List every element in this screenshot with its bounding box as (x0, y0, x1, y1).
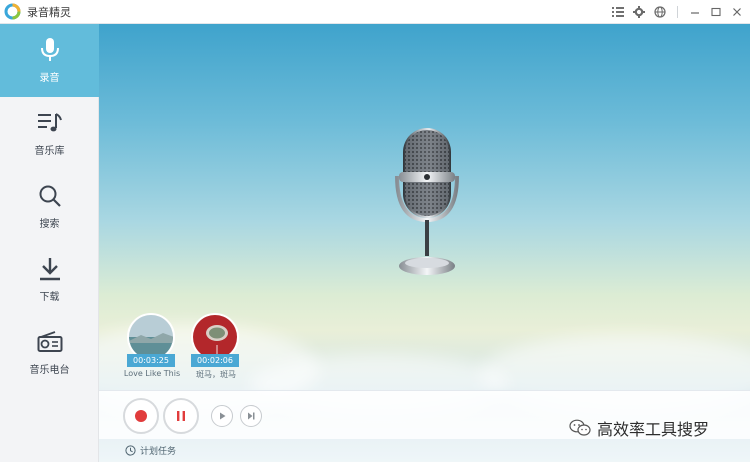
wechat-icon (569, 419, 591, 436)
sidebar-item-music-library[interactable]: 音乐库 (0, 97, 99, 170)
close-icon[interactable] (730, 5, 744, 19)
watermark: 高效率工具搜罗 (569, 416, 709, 440)
play-icon (220, 412, 226, 420)
titlebar-divider (677, 6, 678, 18)
footer: 计划任务 (99, 439, 750, 462)
download-icon (37, 256, 63, 282)
sidebar-item-label: 搜索 (39, 219, 60, 230)
scheduled-task-link[interactable]: 计划任务 (125, 444, 176, 457)
main-panel: 00:03:25 Love Like This 00:02:06 斑马，斑马 计… (99, 24, 750, 462)
recording-duration: 00:03:25 (127, 354, 175, 367)
list-icon[interactable] (611, 5, 625, 19)
gear-icon[interactable] (632, 5, 646, 19)
music-library-icon (37, 110, 63, 136)
sidebar-item-label: 音乐库 (34, 146, 65, 157)
app-logo-icon (4, 3, 21, 20)
maximize-icon[interactable] (709, 5, 723, 19)
next-track-icon (248, 412, 255, 420)
globe-icon[interactable] (653, 5, 667, 19)
sidebar-item-download[interactable]: 下载 (0, 243, 99, 316)
search-icon (37, 183, 63, 209)
recording-duration: 00:02:06 (191, 354, 239, 367)
clock-icon (125, 445, 136, 456)
record-icon (135, 410, 147, 422)
pause-button[interactable] (163, 398, 199, 434)
sidebar: 录音 音乐库 搜索 下载 音乐电台 (0, 24, 99, 462)
title-bar: 录音精灵 (0, 0, 750, 24)
sidebar-item-label: 下载 (39, 292, 60, 303)
radio-icon (37, 329, 63, 355)
sidebar-item-label: 录音 (39, 73, 60, 84)
watermark-text: 高效率工具搜罗 (597, 420, 710, 439)
record-button[interactable] (123, 398, 159, 434)
sidebar-item-label: 音乐电台 (29, 365, 70, 376)
sidebar-item-radio[interactable]: 音乐电台 (0, 316, 99, 389)
sidebar-item-record[interactable]: 录音 (0, 24, 99, 97)
microphone-icon (37, 37, 63, 63)
recording-name: 斑马，斑马 (196, 370, 236, 379)
recording-name: Love Like This (123, 369, 181, 378)
pause-icon (177, 411, 185, 421)
sidebar-item-search[interactable]: 搜索 (0, 170, 99, 243)
app-title: 录音精灵 (27, 5, 71, 19)
minimize-icon[interactable] (688, 5, 702, 19)
play-button[interactable] (211, 405, 233, 427)
microphone-illustration (391, 126, 463, 286)
next-button[interactable] (240, 405, 262, 427)
scheduled-task-label: 计划任务 (140, 447, 177, 457)
